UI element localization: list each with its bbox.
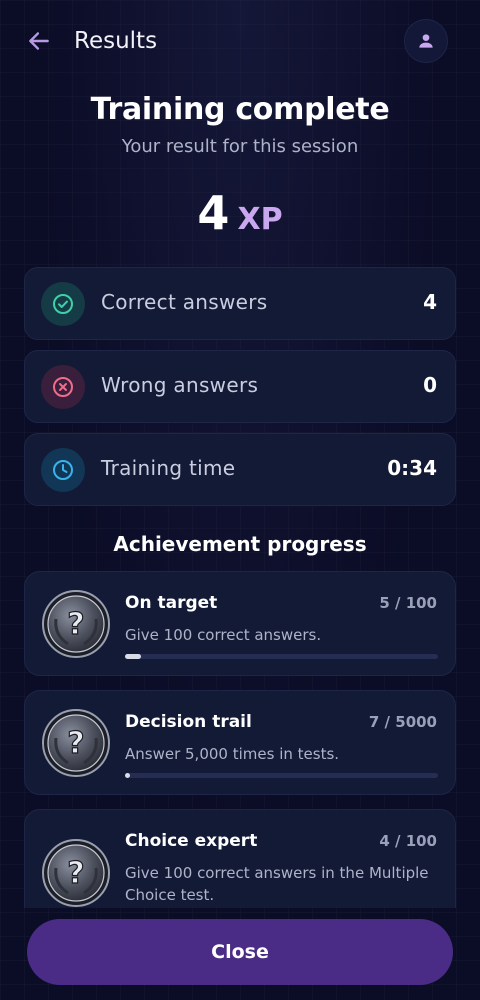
achievement-name: Decision trail — [125, 712, 252, 732]
stat-card-time: Training time 0:34 — [24, 433, 456, 506]
stat-value: 4 — [423, 290, 437, 314]
stat-card-correct: Correct answers 4 — [24, 267, 456, 340]
achievement-progress-track — [125, 773, 438, 778]
xp-earned: 4 XP — [0, 186, 480, 240]
achievement-card[interactable]: ? Choice expert 4 / 100 Give 100 correct… — [24, 809, 456, 908]
svg-text:?: ? — [67, 607, 84, 642]
svg-text:?: ? — [67, 856, 84, 891]
check-circle-icon — [41, 282, 85, 326]
xp-value: 4 — [197, 186, 230, 240]
close-button[interactable]: Close — [27, 919, 453, 985]
achievement-progress-track — [125, 654, 438, 659]
achievements-title: Achievement progress — [113, 532, 367, 556]
achievement-card[interactable]: ? On target 5 / 100 Give 100 correct ans… — [24, 571, 456, 676]
stat-value: 0:34 — [387, 456, 437, 480]
achievement-card[interactable]: ? Decision trail 7 / 5000 Answer 5,000 t… — [24, 690, 456, 795]
person-icon — [419, 34, 433, 48]
question-mark-laurel-badge-icon: ? — [42, 839, 110, 907]
profile-button[interactable] — [404, 19, 448, 63]
achievement-count: 5 / 100 — [379, 594, 437, 612]
stat-label: Correct answers — [101, 290, 268, 314]
stat-label: Wrong answers — [101, 373, 259, 397]
achievement-name: On target — [125, 593, 218, 613]
result-title: Training complete — [90, 92, 390, 127]
achievement-count: 4 / 100 — [379, 832, 437, 850]
back-button[interactable] — [24, 26, 54, 56]
stat-value: 0 — [423, 373, 437, 397]
svg-text:?: ? — [67, 726, 84, 761]
achievement-description: Answer 5,000 times in tests. — [125, 745, 340, 763]
achievement-count: 7 / 5000 — [368, 713, 437, 731]
achievements-list[interactable]: ? On target 5 / 100 Give 100 correct ans… — [0, 570, 480, 908]
xp-unit: XP — [237, 202, 283, 237]
stat-label: Training time — [101, 456, 236, 480]
achievement-description: Give 100 correct answers in the Multiple… — [125, 864, 429, 904]
clock-icon — [41, 448, 85, 492]
app-header: Results — [0, 0, 480, 82]
question-mark-laurel-badge-icon: ? — [42, 590, 110, 658]
question-mark-laurel-badge-icon: ? — [42, 709, 110, 777]
page-title: Results — [74, 28, 158, 54]
arrow-left-icon — [29, 32, 49, 50]
x-circle-icon — [41, 365, 85, 409]
stat-card-wrong: Wrong answers 0 — [24, 350, 456, 423]
result-subtitle: Your result for this session — [121, 136, 359, 157]
achievement-name: Choice expert — [125, 831, 258, 851]
achievement-description: Give 100 correct answers. — [125, 626, 322, 644]
achievement-progress-fill — [125, 773, 130, 778]
achievement-progress-fill — [125, 654, 141, 659]
